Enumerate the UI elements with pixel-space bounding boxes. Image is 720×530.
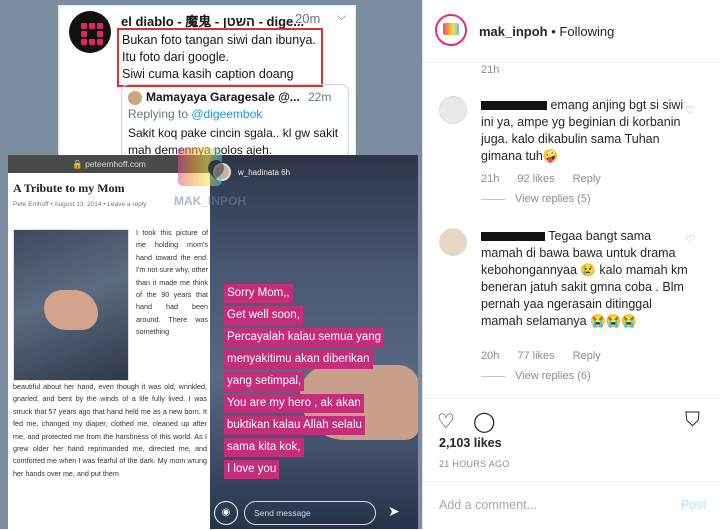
story-caption-line: You are my hero , ak akan: [224, 394, 364, 413]
screenshot-collage: el diablo - 魔鬼 - השטן - dige... 20m ⌵ Bu…: [0, 0, 422, 529]
tweet-line: Siwi cuma kasih caption doang: [122, 67, 294, 81]
follow-status[interactable]: • Following: [551, 24, 614, 39]
comment-bubble-icon[interactable]: ◯: [473, 409, 495, 434]
add-comment-input[interactable]: Add a comment...: [439, 498, 537, 512]
reply-button[interactable]: Reply: [573, 173, 601, 185]
quote-time: 22m: [308, 90, 332, 104]
heart-icon[interactable]: ♡: [685, 104, 695, 117]
post-username[interactable]: mak_inpoh • Following: [479, 24, 614, 39]
likes-count[interactable]: 2,103 likes: [439, 436, 502, 450]
watermark-text: MAK_INPOH: [174, 194, 247, 208]
quoted-tweet[interactable]: Mamayaya Garagesale @... 22m Replying to…: [121, 84, 349, 156]
view-replies-button[interactable]: View replies (6): [481, 370, 591, 382]
story-caption-line: Percayalah kalau semua yang: [224, 328, 385, 347]
tweet-card[interactable]: el diablo - 魔鬼 - השטן - dige... 20m ⌵ Bu…: [58, 5, 356, 157]
comment-meta: 20h 77 likes Reply: [481, 350, 601, 362]
story-caption: Sorry Mom,, Get well soon, Percayalah ka…: [224, 283, 418, 481]
bookmark-icon[interactable]: ⛉: [685, 409, 700, 432]
story-caption-line: yang setimpal,: [224, 372, 305, 391]
tweet-time[interactable]: 20m: [295, 11, 320, 26]
instagram-post-panel: mak_inpoh • Following 21h emang anjing b…: [422, 0, 720, 529]
quote-author-name[interactable]: Mamayaya Garagesale @...: [146, 90, 300, 104]
post-actions: ♡ ◯ ⛉: [423, 398, 720, 439]
redacted-username[interactable]: [481, 232, 545, 242]
like-heart-icon[interactable]: ♡: [437, 409, 455, 434]
watermark-logo: MAK_INPOH: [172, 148, 250, 216]
story-caption-line: buktikan kalau Allah selalu: [224, 416, 365, 435]
comment-text: Tegaa bangt sama mamah di bawa bawa untu…: [481, 229, 688, 328]
tweet-line: Bukan foto tangan siwi dan ibunya.: [122, 33, 316, 47]
blog-title: A Tribute to my Mom: [13, 181, 125, 195]
blog-meta: Pete Emhoff • August 13, 2014 • Leave a …: [13, 201, 147, 208]
commenter-avatar[interactable]: [439, 96, 467, 124]
comment-likes[interactable]: 77 likes: [517, 350, 554, 362]
story-caption-line: sama kita kok,: [224, 438, 304, 457]
camera-icon[interactable]: ◉: [214, 501, 238, 525]
direct-send-icon[interactable]: ➤: [388, 503, 400, 520]
blog-paragraph: beautiful about her hand, even though it…: [13, 382, 207, 478]
replying-to: Replying to @digeembok: [128, 107, 263, 121]
comment-text: emang anjing bgt si siwi ini ya, ampe yg…: [481, 98, 684, 163]
tweet-highlighted-text: Bukan foto tangan siwi dan ibunya. Itu f…: [117, 28, 323, 87]
commenter-avatar[interactable]: [439, 228, 467, 256]
post-button[interactable]: Post: [681, 498, 706, 512]
send-message-input[interactable]: Send message: [244, 501, 376, 525]
comment-likes[interactable]: 92 likes: [517, 173, 554, 185]
quote-avatar: [128, 91, 142, 105]
story-caption-line: Sorry Mom,,: [224, 284, 293, 303]
reply-handle-link[interactable]: @digeembok: [191, 107, 262, 121]
blog-photo: [13, 229, 129, 381]
chevron-down-icon[interactable]: ⌵: [337, 9, 346, 24]
post-time-ago: 21 HOURS AGO: [439, 459, 510, 469]
story-caption-line: menyakitimu akan diberikan: [224, 350, 373, 369]
lock-icon: 🔒: [72, 159, 86, 169]
view-replies-button[interactable]: View replies (5): [481, 193, 591, 205]
post-header: mak_inpoh • Following: [423, 0, 720, 63]
reply-button[interactable]: Reply: [573, 350, 601, 362]
story-caption-line: Get well soon,: [224, 306, 303, 325]
comment-time: 21h: [481, 64, 500, 76]
heart-icon[interactable]: ♡: [685, 233, 695, 246]
add-comment-bar: Add a comment... Post: [423, 481, 720, 530]
redacted-username[interactable]: [481, 101, 547, 111]
story-caption-line: I love you: [224, 460, 280, 479]
tweet-line: Itu foto dari google.: [122, 50, 230, 64]
tweet-avatar[interactable]: [69, 11, 111, 53]
blog-paragraph: I took this picture of me holding mom's …: [136, 228, 208, 337]
profile-avatar[interactable]: [435, 14, 467, 46]
comment-meta: 21h 92 likes Reply: [481, 173, 601, 185]
